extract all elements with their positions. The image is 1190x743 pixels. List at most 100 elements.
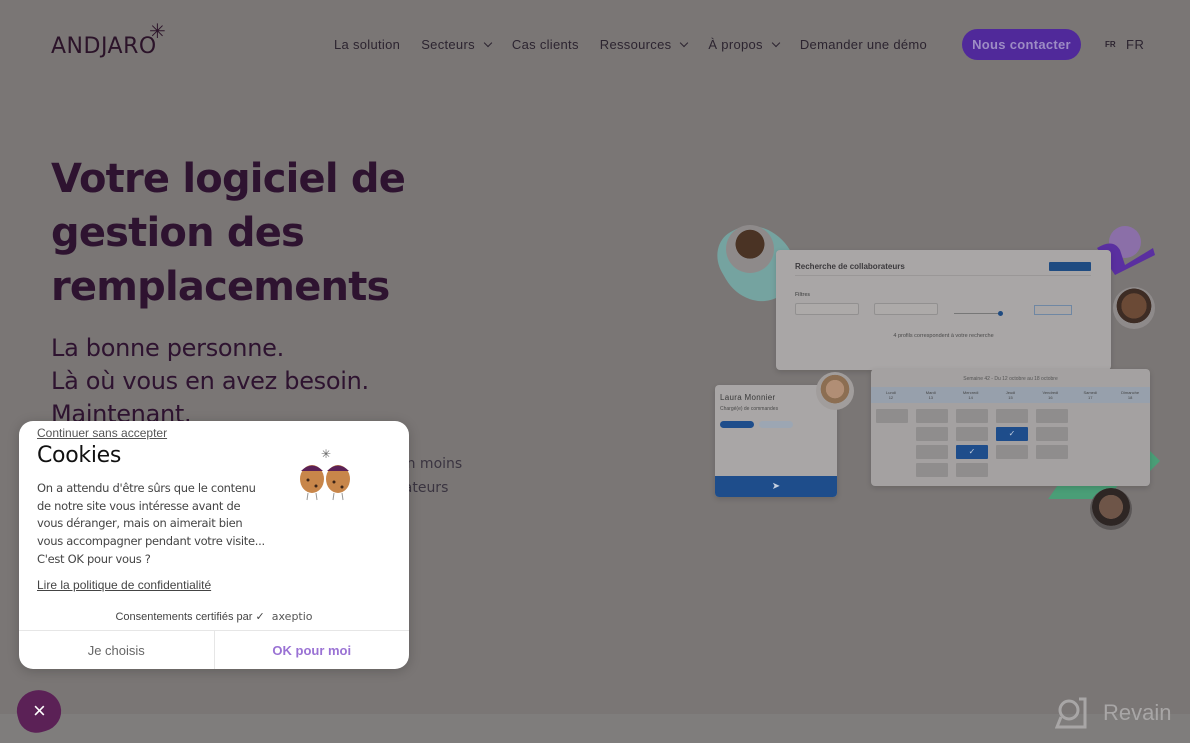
revain-text: Revain	[1103, 700, 1172, 725]
calendar-slot	[996, 445, 1028, 459]
calendar-slot	[956, 427, 988, 441]
product-illustration: Recherche de collaborateurs Filtres 4 pr…	[706, 205, 1175, 535]
chevron-down-icon	[483, 38, 493, 48]
site-header: ANDJARO ✳ La solution Secteurs Cas clien…	[0, 0, 1190, 88]
profile-name: Laura Monnier	[720, 393, 776, 402]
chevron-down-icon	[680, 38, 689, 48]
apply-filter-button	[1034, 305, 1072, 315]
calendar-slot	[916, 427, 948, 441]
decorative-green-triangle	[1150, 451, 1160, 471]
privacy-policy-link[interactable]: Lire la politique de confidentialité	[37, 578, 211, 592]
message-line: vous accompagner pendant votre visite...	[37, 534, 265, 549]
calendar-slot-selected: ✓	[956, 445, 988, 459]
day-number: 12	[888, 395, 894, 400]
tag-pill	[720, 421, 754, 428]
day-number: 17	[1088, 395, 1093, 400]
svg-text:✳: ✳	[321, 447, 331, 461]
day-number: 13	[928, 395, 934, 400]
hero-title: Votre logiciel de gestion des remplaceme…	[51, 156, 406, 310]
calendar-slot	[996, 409, 1028, 423]
calendar-slot	[916, 463, 948, 477]
continue-without-accepting-link[interactable]: Continuer sans accepter	[37, 426, 167, 440]
calendar-header: Semaine 42 - Du 12 octobre au 18 octobre	[963, 376, 1058, 382]
profile-role: Chargé(e) de commandes	[720, 406, 779, 412]
cookie-mascot-icon: ✳	[300, 447, 350, 501]
main-nav: La solution Secteurs Cas clients Ressour…	[334, 29, 948, 60]
day-number: 14	[968, 395, 973, 400]
day-number: 16	[1048, 395, 1053, 400]
search-card-title: Recherche de collaborateurs	[795, 262, 905, 271]
calendar-slot	[916, 445, 948, 459]
close-icon: ×	[32, 698, 46, 724]
certified-label: Consentements certifiés par	[115, 611, 253, 623]
calendar-day: Mercredi 14	[951, 387, 991, 403]
calendar-slot	[876, 409, 908, 423]
calendar-day: Jeudi 15	[991, 387, 1031, 403]
nav-demander-demo[interactable]: Demander une démo	[800, 37, 927, 52]
axeptio-check-icon: ✓	[255, 611, 265, 623]
choose-button[interactable]: Je choisis	[19, 631, 215, 669]
send-icon: ➤	[715, 476, 837, 497]
nav-cas-clients[interactable]: Cas clients	[512, 37, 579, 52]
calendar-slot	[1036, 427, 1068, 441]
nav-label: La solution	[334, 37, 401, 52]
subtitle-line: La bonne personne.	[51, 334, 284, 362]
slider-knob	[998, 311, 1003, 316]
avatar	[1090, 488, 1132, 530]
filter-select	[795, 303, 859, 315]
subtitle-line: Là où vous en avez besoin.	[51, 367, 369, 395]
week-calendar: Semaine 42 - Du 12 octobre au 18 octobre…	[871, 369, 1150, 486]
nav-ressources[interactable]: Ressources	[599, 37, 689, 52]
cookie-message: On a attendu d'être sûrs que le contenu …	[37, 480, 267, 569]
avatar	[726, 225, 774, 273]
nav-label: Cas clients	[511, 37, 579, 52]
language-flag-icon: FR	[1105, 40, 1116, 49]
hero-subtitle: La bonne personne. Là où vous en avez be…	[51, 332, 369, 431]
nav-label: Demander une démo	[799, 37, 928, 52]
message-line: vous déranger, mais on aimerait bien	[37, 516, 243, 531]
certified-by: Consentements certifiés par ✓ axeptio	[19, 610, 409, 623]
page-section-divider	[0, 714, 1190, 743]
avatar	[1113, 287, 1155, 329]
calendar-slot	[916, 409, 948, 423]
message-line: de notre site vous intéresse avant de	[37, 498, 241, 513]
day-number: 15	[1008, 395, 1013, 400]
calendar-day: Vendredi 16	[1030, 387, 1070, 403]
chevron-down-icon	[771, 38, 781, 48]
calendar-day: Lundi 12	[871, 387, 911, 403]
nav-label: À propos	[708, 37, 763, 52]
filter-select	[874, 303, 938, 315]
nav-secteurs[interactable]: Secteurs	[421, 37, 493, 52]
logo-text: ANDJARO	[51, 34, 157, 59]
calendar-day: Dimanche 18	[1110, 387, 1150, 403]
calendar-slot	[956, 409, 988, 423]
revain-watermark: Revain	[1055, 697, 1171, 729]
calendar-days: Lundi 12 Mardi 13 Mercredi 14 Jeudi 15 Vendr…	[871, 387, 1150, 403]
axeptio-brand[interactable]: axeptio	[272, 610, 313, 623]
nav-label: Ressources	[599, 37, 672, 52]
distance-slider	[954, 313, 1002, 314]
nav-a-propos[interactable]: À propos	[708, 37, 781, 52]
language-selector[interactable]: FR	[1126, 37, 1144, 52]
avatar	[816, 372, 854, 410]
filters-label: Filtres	[795, 292, 811, 298]
accept-button[interactable]: OK pour moi	[215, 631, 410, 669]
calendar-slot	[956, 463, 988, 477]
contact-button[interactable]: Nous contacter	[962, 29, 1081, 60]
andjaro-logo[interactable]: ANDJARO ✳	[51, 22, 166, 59]
cookie-consent-dialog: Continuer sans accepter Cookies ✳ On a a…	[19, 421, 409, 669]
results-count: 4 profils correspondent à votre recherch…	[893, 333, 994, 339]
search-card-button	[1049, 262, 1091, 271]
logo-star-icon: ✳	[149, 21, 166, 43]
nav-la-solution[interactable]: La solution	[334, 37, 400, 52]
message-line: C'est OK pour vous ?	[37, 551, 151, 566]
day-number: 18	[1127, 395, 1133, 400]
search-card: Recherche de collaborateurs Filtres 4 pr…	[776, 250, 1111, 370]
tag-pill	[759, 421, 793, 428]
revain-logo-icon	[1055, 697, 1087, 729]
calendar-slot	[1036, 445, 1068, 459]
cookie-title: Cookies	[37, 443, 122, 468]
cookie-actions: Je choisis OK pour moi	[19, 630, 409, 669]
nav-label: Secteurs	[421, 37, 475, 52]
divider	[795, 275, 1091, 276]
